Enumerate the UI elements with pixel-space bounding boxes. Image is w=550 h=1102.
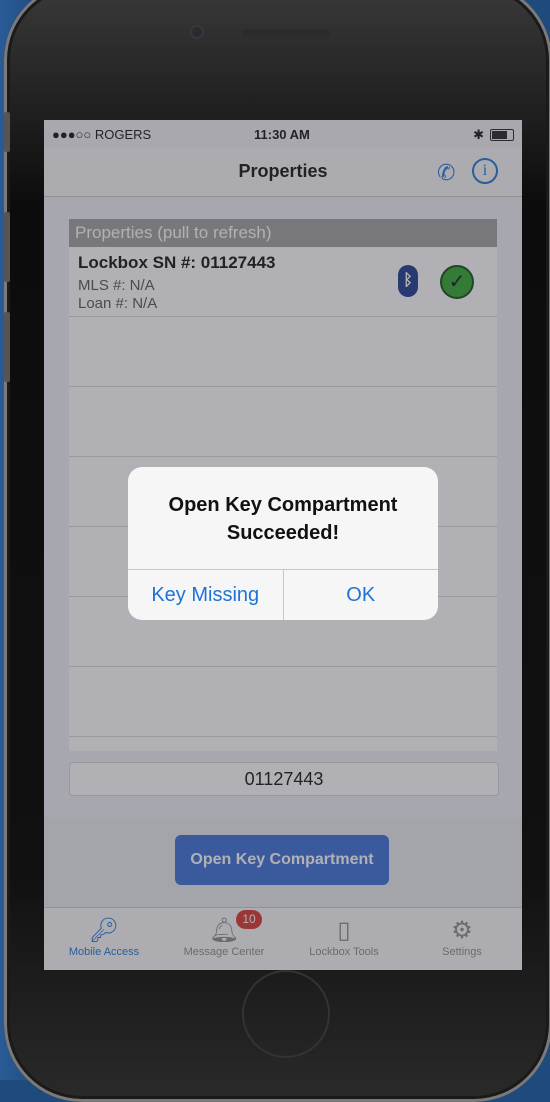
volume-up-button [4, 212, 10, 282]
alert-title: Open Key Compartment Succeeded! [168, 494, 398, 544]
key-missing-button[interactable]: Key Missing [128, 570, 283, 620]
earpiece-speaker [242, 29, 330, 37]
ok-button[interactable]: OK [282, 570, 439, 620]
phone-screen: ●●●○○ ROGERS 11:30 AM ✱ Properties ✆ i P… [44, 120, 522, 970]
front-camera [190, 25, 204, 39]
mute-switch [4, 112, 10, 152]
volume-down-button [4, 312, 10, 382]
alert-buttons: Key Missing OK [128, 569, 438, 620]
home-button[interactable] [242, 970, 330, 1058]
alert-dialog: Open Key Compartment Succeeded! Key Miss… [128, 467, 438, 620]
